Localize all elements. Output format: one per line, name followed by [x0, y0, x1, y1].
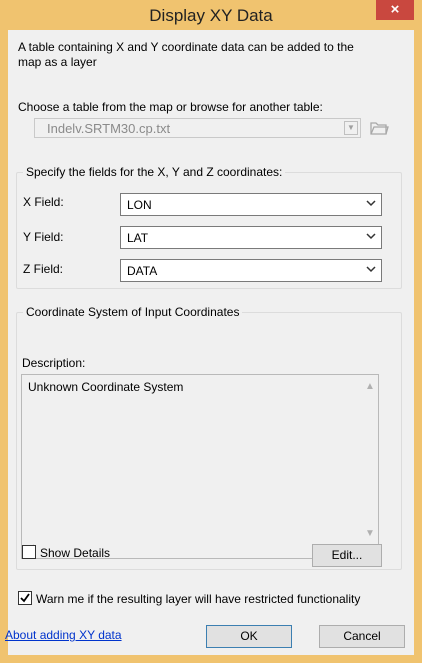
scroll-up-icon[interactable]: ▲	[365, 381, 375, 392]
intro-text: A table containing X and Y coordinate da…	[18, 40, 354, 69]
show-details-label: Show Details	[40, 546, 111, 560]
warn-label: Warn me if the resulting layer will have…	[36, 592, 361, 606]
chevron-down-icon	[366, 266, 376, 273]
description-text: Unknown Coordinate System	[28, 380, 184, 394]
scroll-down-icon[interactable]: ▼	[365, 528, 375, 539]
description-label: Description:	[22, 356, 86, 370]
checkmark-icon	[20, 593, 30, 603]
fields-legend: Specify the fields for the X, Y and Z co…	[26, 165, 283, 179]
y-field-select[interactable]: LAT	[120, 226, 382, 249]
chevron-down-icon	[366, 200, 376, 207]
y-field-value: LAT	[127, 231, 149, 245]
table-prompt: Choose a table from the map or browse fo…	[18, 100, 323, 114]
cancel-button[interactable]: Cancel	[319, 625, 405, 648]
browse-folder-icon[interactable]	[368, 118, 390, 138]
table-combobox[interactable]: Indelv.SRTM30.cp.txt ▼	[34, 118, 361, 138]
ok-button[interactable]: OK	[206, 625, 292, 648]
z-field-value: DATA	[127, 264, 158, 278]
y-field-label: Y Field:	[23, 230, 64, 244]
close-button[interactable]: ×	[376, 0, 414, 20]
title-bar[interactable]: Display XY Data ×	[0, 0, 422, 30]
dialog-body: A table containing X and Y coordinate da…	[5, 30, 414, 655]
vertical-scrollbar[interactable]: ▲ ▼	[361, 375, 378, 543]
dropdown-arrow-icon[interactable]: ▼	[344, 121, 358, 135]
description-box: Unknown Coordinate System ▲ ▼ < >	[21, 374, 379, 559]
edit-button[interactable]: Edit...	[312, 544, 382, 567]
z-field-select[interactable]: DATA	[120, 259, 382, 282]
dialog-title: Display XY Data	[149, 6, 273, 25]
dialog-window: Display XY Data × A table containing X a…	[0, 0, 422, 663]
chevron-down-icon	[366, 233, 376, 240]
x-field-label: X Field:	[23, 195, 64, 209]
x-field-select[interactable]: LON	[120, 193, 382, 216]
z-field-label: Z Field:	[23, 262, 64, 276]
x-field-value: LON	[127, 198, 152, 212]
help-link[interactable]: About adding XY data	[5, 628, 122, 642]
warn-checkbox[interactable]	[18, 591, 32, 605]
table-value: Indelv.SRTM30.cp.txt	[47, 121, 171, 136]
show-details-checkbox[interactable]	[22, 545, 36, 559]
coordinate-system-legend: Coordinate System of Input Coordinates	[26, 305, 240, 319]
